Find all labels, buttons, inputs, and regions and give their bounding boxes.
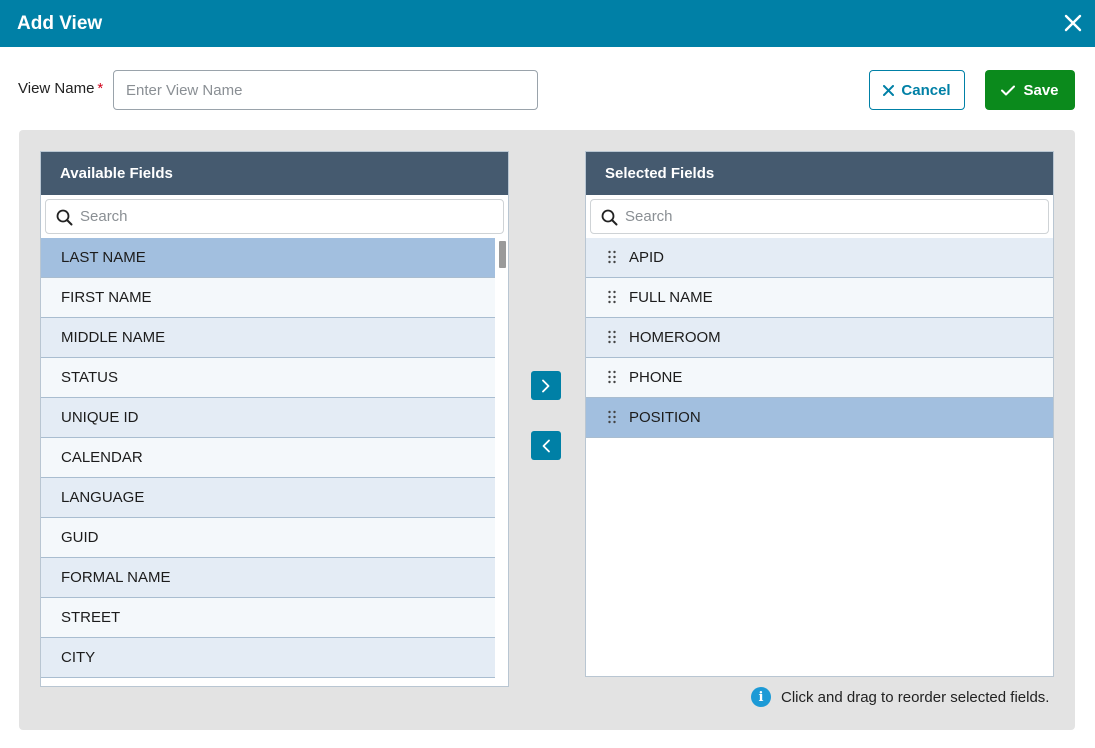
cancel-button-label: Cancel	[901, 81, 951, 99]
available-search-box	[45, 199, 504, 234]
selected-fields-list: APID FULL NAME HOMEROOM PHONE POSITION	[586, 238, 1053, 438]
add-field-button[interactable]	[531, 371, 561, 400]
available-scrollbar-thumb[interactable]	[499, 241, 506, 268]
selected-field-item[interactable]: FULL NAME	[586, 278, 1053, 318]
remove-field-button[interactable]	[531, 431, 561, 460]
selected-fields-header: Selected Fields	[586, 152, 1053, 195]
save-button[interactable]: Save	[985, 70, 1075, 110]
available-field-item[interactable]: FORMAL NAME	[41, 558, 495, 598]
available-field-item[interactable]: LANGUAGE	[41, 478, 495, 518]
chevron-left-icon	[542, 439, 550, 452]
close-icon[interactable]	[1059, 9, 1087, 37]
available-fields-panel: Available Fields LAST NAMEFIRST NAMEMIDD…	[40, 151, 509, 687]
selected-field-item[interactable]: HOMEROOM	[586, 318, 1053, 358]
view-name-label: View Name *	[18, 80, 103, 97]
selected-field-label: PHONE	[629, 369, 683, 386]
available-scrollbar-track[interactable]	[496, 238, 508, 686]
available-field-item[interactable]: CALENDAR	[41, 438, 495, 478]
available-field-item[interactable]: STREET	[41, 598, 495, 638]
available-field-item[interactable]: MIDDLE NAME	[41, 318, 495, 358]
drag-handle-icon[interactable]	[608, 290, 616, 304]
selected-field-item[interactable]: APID	[586, 238, 1053, 278]
save-button-label: Save	[1023, 81, 1059, 99]
drag-handle-icon[interactable]	[608, 330, 616, 344]
selected-search-input[interactable]	[625, 200, 1045, 233]
available-search-input[interactable]	[80, 200, 500, 233]
search-icon	[601, 209, 618, 226]
reorder-hint: i Click and drag to reorder selected fie…	[751, 687, 1049, 707]
check-icon	[1001, 85, 1016, 95]
selected-field-label: FULL NAME	[629, 289, 713, 306]
info-icon: i	[751, 687, 771, 707]
required-mark: *	[97, 80, 104, 97]
drag-handle-icon[interactable]	[608, 370, 616, 384]
reorder-hint-text: Click and drag to reorder selected field…	[781, 688, 1050, 706]
selected-field-item[interactable]: PHONE	[586, 358, 1053, 398]
drag-handle-icon[interactable]	[608, 410, 616, 424]
selected-fields-panel: Selected Fields APID FULL NAME HOMEROOM PHO…	[585, 151, 1054, 677]
available-field-item[interactable]: CITY	[41, 638, 495, 678]
selected-field-item[interactable]: POSITION	[586, 398, 1053, 438]
selected-field-label: HOMEROOM	[629, 329, 721, 346]
available-field-item[interactable]: LAST NAME	[41, 238, 495, 278]
search-icon	[56, 209, 73, 226]
drag-handle-icon[interactable]	[608, 250, 616, 264]
available-fields-header: Available Fields	[41, 152, 508, 195]
selected-field-label: APID	[629, 249, 665, 266]
available-fields-list: LAST NAME FIRST NAME MIDDLE NAME STATUS UNIQ…	[41, 238, 495, 678]
chevron-right-icon	[542, 379, 550, 392]
selected-field-label: POSITION	[629, 409, 701, 426]
view-name-input[interactable]	[113, 70, 538, 110]
available-field-item[interactable]: GUID	[41, 518, 495, 558]
available-field-item[interactable]: STATUS	[41, 358, 495, 398]
view-name-label-text: View Name	[18, 80, 95, 97]
available-field-item[interactable]: UNIQUE ID	[41, 398, 495, 438]
dialog-title-bar: Add View	[0, 0, 1095, 47]
selected-search-box	[590, 199, 1049, 234]
close-icon	[883, 84, 895, 96]
available-field-item[interactable]: FIRST NAME	[41, 278, 495, 318]
cancel-button[interactable]: Cancel	[869, 70, 965, 110]
dialog-title: Add View	[17, 13, 103, 34]
